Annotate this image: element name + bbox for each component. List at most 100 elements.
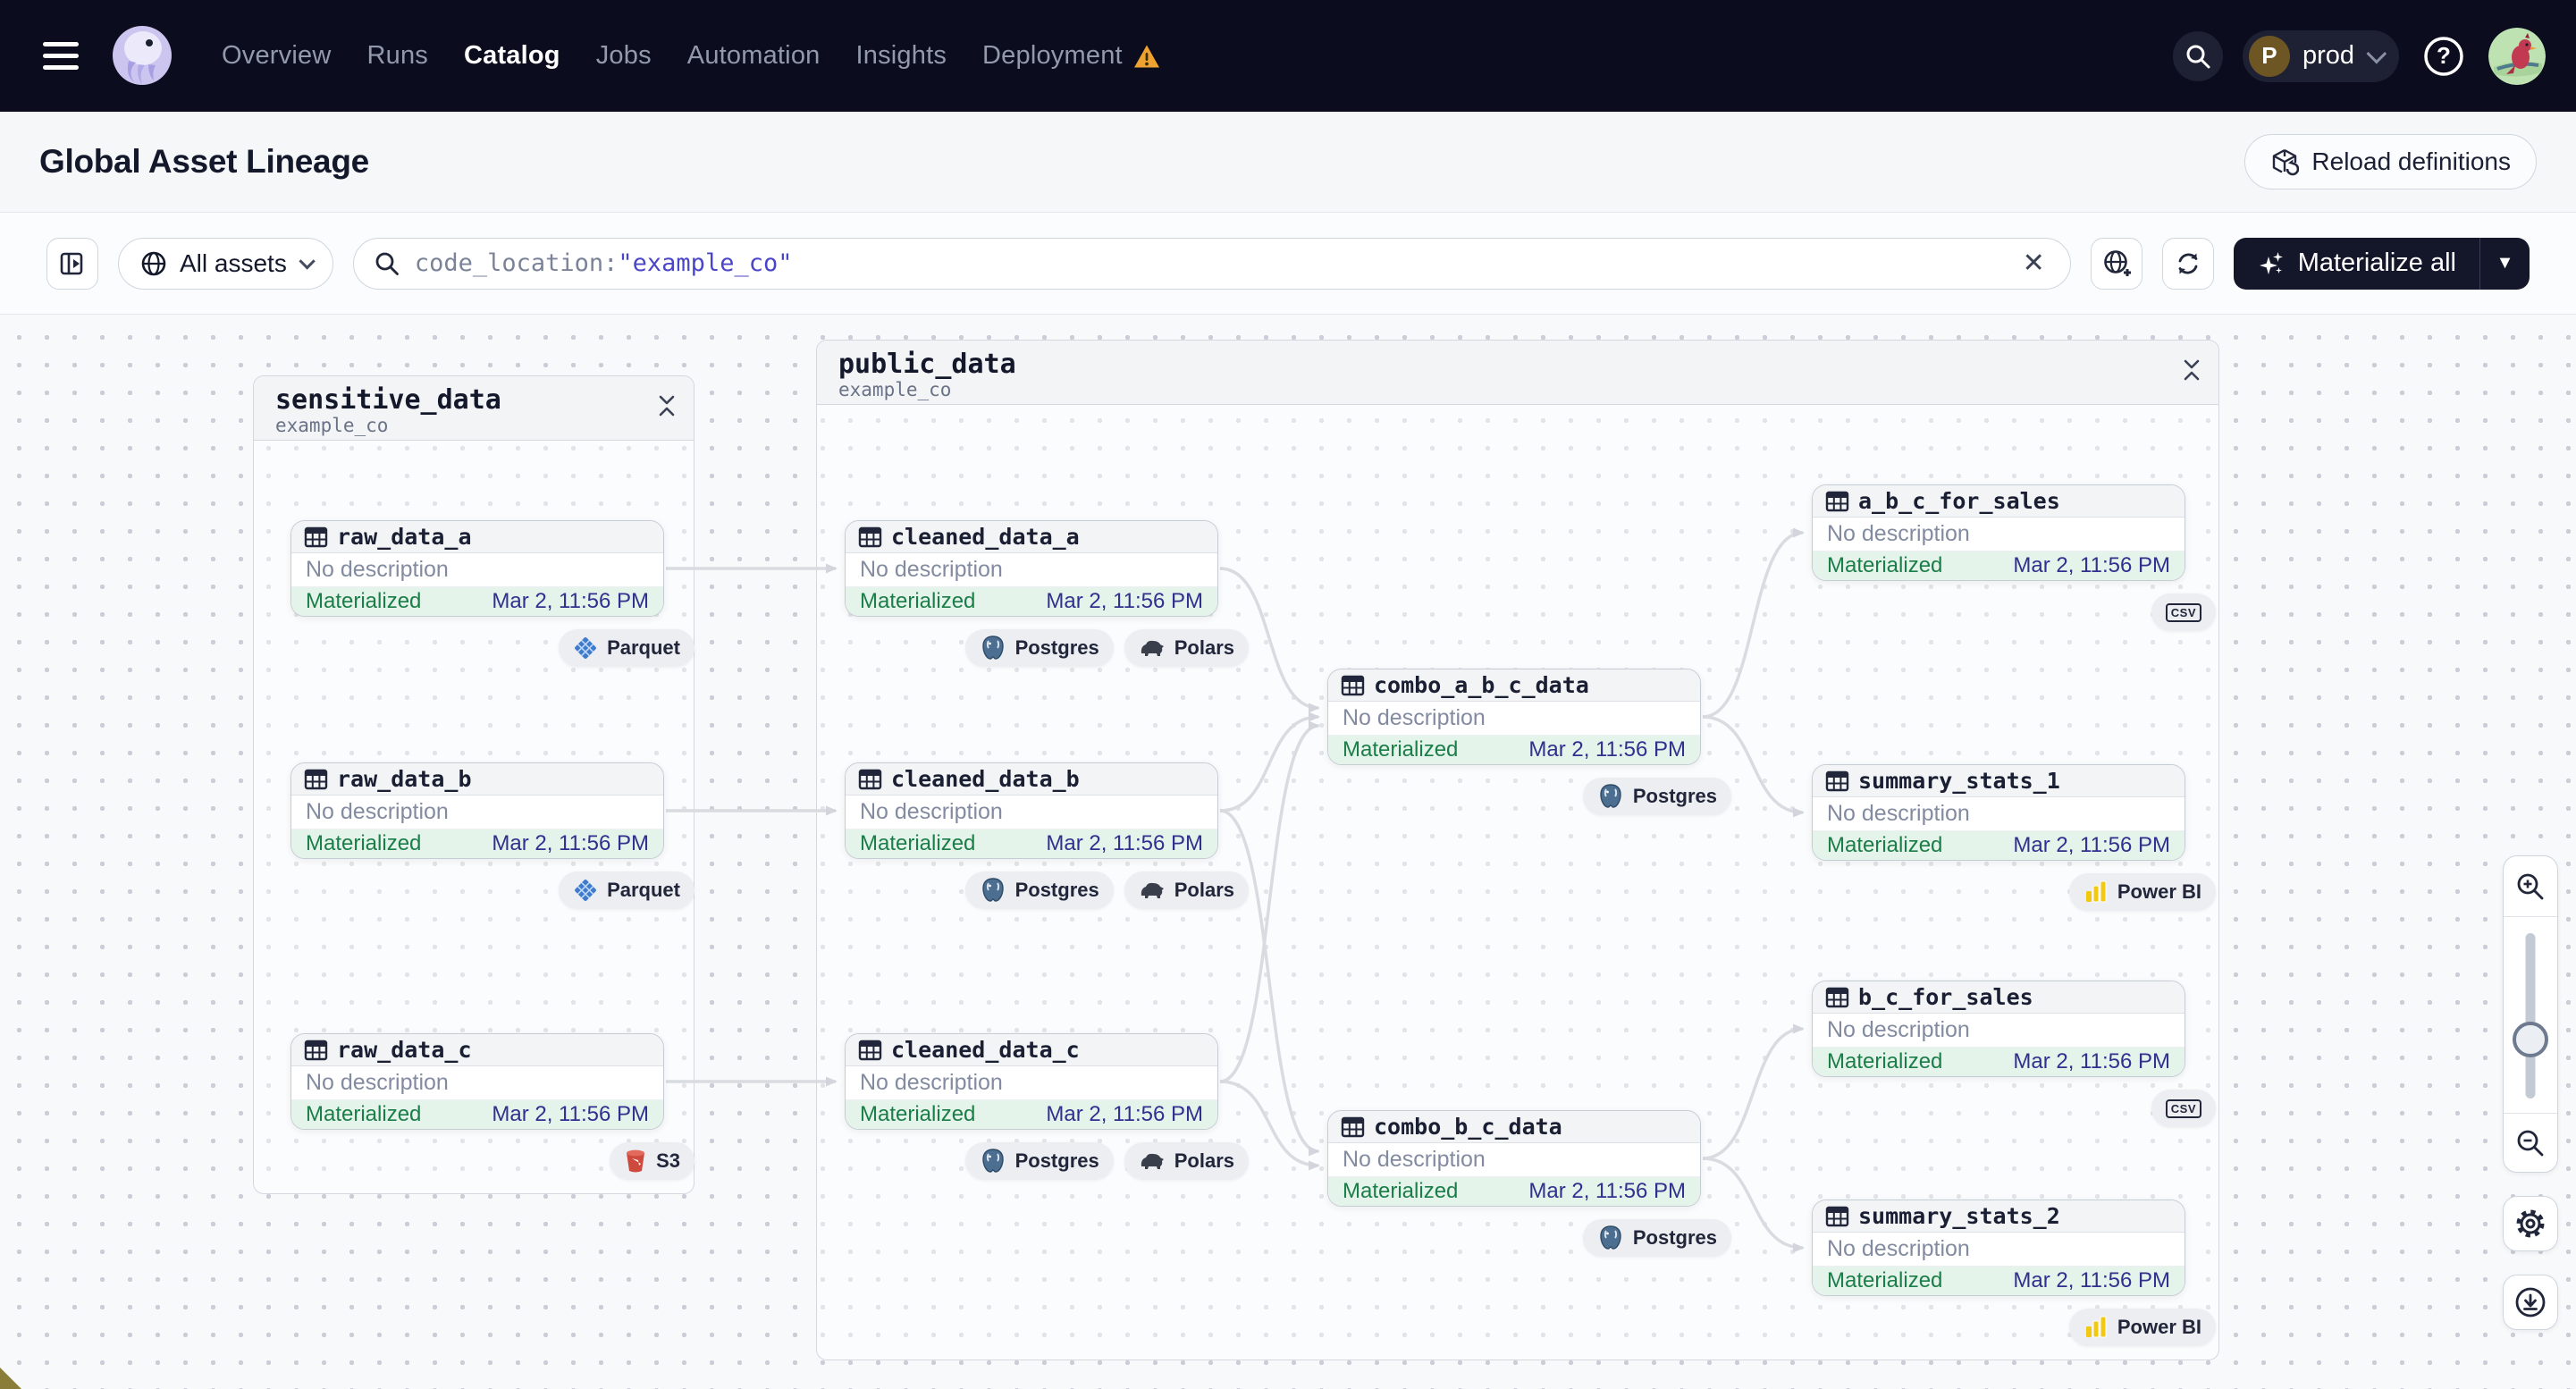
collapse-group-button[interactable] [656, 394, 678, 422]
refresh-button[interactable] [2161, 237, 2214, 290]
asset-tag-postgres[interactable]: Postgres [964, 1142, 1114, 1180]
asset-node-header[interactable]: raw_data_b [291, 763, 663, 796]
global-search-button[interactable] [2172, 30, 2223, 81]
asset-materialization-timestamp: Mar 2, 11:56 PM [1046, 1102, 1203, 1126]
asset-node-cleaned_data_a[interactable]: cleaned_data_a No description Materializ… [845, 520, 1218, 617]
collapse-group-button[interactable] [2181, 358, 2202, 386]
reload-definitions-button[interactable]: Reload definitions [2244, 134, 2537, 189]
asset-tag-parquet[interactable]: Parquet [559, 871, 695, 909]
nav-item-label[interactable]: Overview [222, 41, 331, 71]
asset-node-b_c_for_sales[interactable]: b_c_for_sales No description Materialize… [1812, 981, 2185, 1077]
gear-icon [2516, 1209, 2545, 1238]
asset-tag-row: Power BI [1812, 1309, 2216, 1346]
lineage-toolbar: All assets code_location:"example_co" ✕ [0, 213, 2576, 315]
asset-node-combo_b_c_data[interactable]: combo_b_c_data No description Materializ… [1327, 1110, 1701, 1207]
zoom-slider-track[interactable] [2525, 933, 2536, 1099]
new-catalog-view-button[interactable] [2090, 237, 2142, 290]
hamburger-menu-icon[interactable] [43, 42, 82, 70]
asset-tag-postgres[interactable]: Postgres [964, 629, 1114, 667]
asset-tag-power-bi[interactable]: Power BI [2068, 1309, 2216, 1346]
asset-table-icon [1825, 770, 1849, 791]
nav-item-catalog[interactable]: Catalog [464, 41, 560, 71]
asset-node-summary_stats_1[interactable]: summary_stats_1 No description Materiali… [1812, 764, 2185, 861]
asset-node-header[interactable]: combo_b_c_data [1328, 1111, 1700, 1143]
asset-node-raw_data_a[interactable]: raw_data_a No description Materialized M… [290, 520, 664, 617]
asset-node-cleaned_data_c[interactable]: cleaned_data_c No description Materializ… [845, 1033, 1218, 1130]
collapse-group-icon[interactable] [2181, 358, 2202, 382]
group-header[interactable]: sensitive_data example_co [254, 376, 694, 441]
asset-name: summary_stats_2 [1858, 1203, 2060, 1229]
asset-materialization-timestamp: Mar 2, 11:56 PM [492, 831, 649, 855]
zoom-out-button[interactable] [2504, 1113, 2557, 1172]
zoom-slider-handle[interactable] [2513, 1022, 2548, 1057]
user-avatar[interactable] [2488, 27, 2546, 85]
asset-node-summary_stats_2[interactable]: summary_stats_2 No description Materiali… [1812, 1200, 2185, 1296]
asset-description: No description [291, 553, 663, 587]
materialize-options-caret[interactable]: ▼ [2479, 237, 2530, 290]
asset-tag-polars[interactable]: Polars [1124, 629, 1249, 667]
asset-description: No description [291, 796, 663, 829]
nav-item-label[interactable]: Runs [366, 41, 428, 71]
asset-status-row: Materialized Mar 2, 11:56 PM [1813, 1048, 2185, 1076]
asset-node-header[interactable]: summary_stats_1 [1813, 765, 2185, 797]
asset-node-header[interactable]: raw_data_c [291, 1034, 663, 1066]
asset-tag-parquet[interactable]: Parquet [559, 629, 695, 667]
asset-name: raw_data_a [337, 524, 472, 550]
asset-search-input[interactable]: code_location: "example_co" ✕ [352, 237, 2071, 290]
asset-node-header[interactable]: cleaned_data_b [846, 763, 1217, 796]
asset-scope-dropdown[interactable]: All assets [118, 237, 333, 290]
asset-tag-row: Postgres Polars [845, 871, 1249, 909]
asset-node-raw_data_c[interactable]: raw_data_c No description Materialized M… [290, 1033, 664, 1130]
asset-node-combo_a_b_c_data[interactable]: combo_a_b_c_data No description Material… [1327, 669, 1701, 765]
asset-materialization-timestamp: Mar 2, 11:56 PM [2013, 1049, 2170, 1073]
nav-item-label[interactable]: Catalog [464, 41, 560, 71]
asset-tag-csv[interactable]: CSV [2151, 593, 2216, 631]
nav-item-label[interactable]: Automation [687, 41, 821, 71]
lineage-canvas[interactable]: sensitive_data example_co public_data ex… [0, 315, 2576, 1389]
nav-item-jobs[interactable]: Jobs [596, 41, 652, 71]
clear-search-icon[interactable]: ✕ [2017, 248, 2050, 279]
nav-item-label[interactable]: Insights [855, 41, 947, 71]
nav-item-automation[interactable]: Automation [687, 41, 821, 71]
nav-item-runs[interactable]: Runs [366, 41, 428, 71]
asset-node-header[interactable]: a_b_c_for_sales [1813, 485, 2185, 518]
asset-tag-postgres[interactable]: Postgres [964, 871, 1114, 909]
reload-definitions-label: Reload definitions [2311, 147, 2511, 175]
asset-materialization-timestamp: Mar 2, 11:56 PM [2013, 553, 2170, 577]
asset-node-header[interactable]: cleaned_data_a [846, 521, 1217, 553]
asset-node-raw_data_b[interactable]: raw_data_b No description Materialized M… [290, 762, 664, 859]
asset-node-header[interactable]: cleaned_data_c [846, 1034, 1217, 1066]
help-button[interactable]: ? [2419, 31, 2469, 81]
materialize-all-button[interactable]: Materialize all [2234, 238, 2479, 290]
asset-node-header[interactable]: raw_data_a [291, 521, 663, 553]
asset-tag-postgres[interactable]: Postgres [1582, 1219, 1731, 1257]
asset-node-header[interactable]: summary_stats_2 [1813, 1200, 2185, 1233]
nav-item-label[interactable]: Deployment [982, 41, 1123, 71]
nav-item-deployment[interactable]: Deployment [982, 41, 1160, 71]
nav-item-overview[interactable]: Overview [222, 41, 331, 71]
asset-tag-polars[interactable]: Polars [1124, 1142, 1249, 1180]
asset-tag-polars[interactable]: Polars [1124, 871, 1249, 909]
toggle-sidebar-button[interactable] [46, 237, 98, 290]
asset-tag-postgres[interactable]: Postgres [1582, 778, 1731, 815]
asset-node-a_b_c_for_sales[interactable]: a_b_c_for_sales No description Materiali… [1812, 484, 2185, 581]
graph-settings-button[interactable] [2503, 1196, 2558, 1251]
asset-node-header[interactable]: combo_a_b_c_data [1328, 669, 1700, 702]
group-header[interactable]: public_data example_co [817, 341, 2218, 405]
nav-item-label[interactable]: Jobs [596, 41, 652, 71]
dagster-logo[interactable] [109, 23, 175, 89]
nav-item-insights[interactable]: Insights [855, 41, 947, 71]
collapse-group-icon[interactable] [656, 394, 678, 417]
download-graph-button[interactable] [2503, 1275, 2558, 1330]
asset-tag-csv[interactable]: CSV [2151, 1090, 2216, 1127]
asset-description: No description [1813, 797, 2185, 831]
asset-tag-s3[interactable]: S3 [610, 1142, 695, 1180]
asset-tag-power-bi[interactable]: Power BI [2068, 873, 2216, 911]
asset-node-header[interactable]: b_c_for_sales [1813, 981, 2185, 1014]
zoom-in-button[interactable] [2504, 856, 2557, 917]
materialize-all-label: Materialize all [2297, 248, 2456, 277]
group-title: public_data [838, 349, 1016, 380]
environment-switcher[interactable]: P prod [2242, 29, 2399, 82]
asset-node-cleaned_data_b[interactable]: cleaned_data_b No description Materializ… [845, 762, 1218, 859]
asset-status-row: Materialized Mar 2, 11:56 PM [846, 587, 1217, 616]
